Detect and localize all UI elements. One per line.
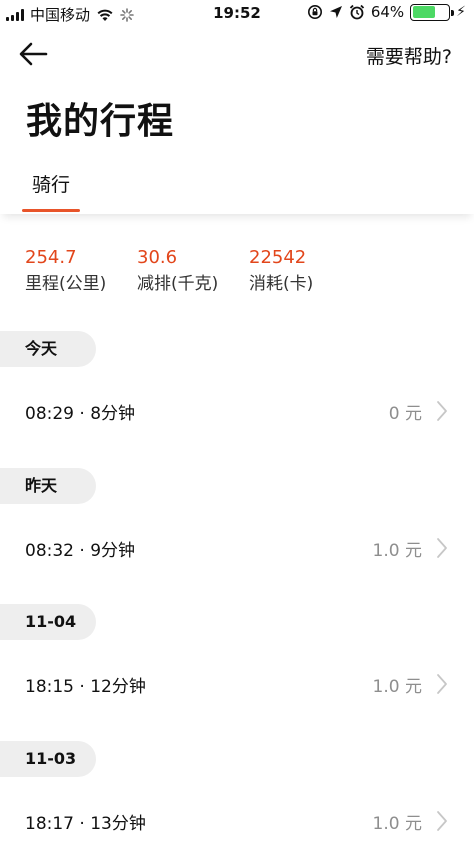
stat-label: 减排(千克) bbox=[137, 274, 219, 294]
stat-label: 消耗(卡) bbox=[249, 274, 314, 294]
back-button[interactable] bbox=[18, 40, 50, 68]
trip-row[interactable]: 18:15 · 12分钟 1.0 元 bbox=[0, 660, 474, 706]
day-header: 今天 bbox=[0, 331, 96, 367]
stat-emission: 30.6 减排(千克) bbox=[137, 246, 249, 298]
day-header: 11-03 bbox=[0, 740, 96, 777]
trip-row[interactable]: 08:29 · 8分钟 0 元 bbox=[0, 387, 474, 433]
orientation-lock-icon bbox=[307, 5, 322, 19]
stats-summary: 254.7 里程(公里) 30.6 减排(千克) 22542 消耗(卡) bbox=[25, 246, 361, 298]
charging-bolt-icon: ⚡ bbox=[456, 4, 466, 20]
stat-calories: 22542 消耗(卡) bbox=[249, 246, 361, 298]
arrow-left-icon bbox=[19, 42, 48, 66]
trip-row[interactable]: 18:17 · 13分钟 1.0 元 bbox=[0, 797, 474, 842]
stat-value: 254.7 bbox=[25, 247, 77, 268]
chevron-right-icon bbox=[437, 674, 447, 694]
location-arrow-icon bbox=[329, 6, 342, 18]
trip-price: 0 元 bbox=[388, 404, 422, 424]
status-bar: 中国移动 19:52 64% ⚡ bbox=[0, 0, 474, 26]
nav-bar: 需要帮助? bbox=[0, 34, 474, 76]
day-header: 昨天 bbox=[0, 467, 96, 504]
trip-list: 今天 08:29 · 8分钟 0 元 昨天 08:32 · 9分钟 1.0 元 … bbox=[0, 331, 474, 842]
alarm-icon bbox=[349, 4, 364, 20]
trip-time: 08:32 · 9分钟 bbox=[25, 540, 136, 561]
day-header: 11-04 bbox=[0, 604, 96, 640]
trip-price: 1.0 元 bbox=[372, 813, 422, 834]
stat-value: 22542 bbox=[249, 247, 307, 268]
chevron-right-icon bbox=[437, 810, 447, 831]
battery-percent: 64% bbox=[370, 3, 405, 21]
help-link[interactable]: 需要帮助? bbox=[366, 42, 452, 69]
tab-bar: 骑行 bbox=[0, 150, 474, 214]
tab-active-indicator bbox=[22, 209, 80, 212]
tab-riding[interactable]: 骑行 bbox=[22, 170, 80, 214]
page-title: 我的行程 bbox=[26, 101, 175, 142]
stat-value: 30.6 bbox=[137, 247, 178, 268]
trip-time: 18:17 · 13分钟 bbox=[25, 813, 146, 834]
stat-label: 里程(公里) bbox=[25, 274, 107, 294]
stat-distance: 254.7 里程(公里) bbox=[25, 246, 137, 298]
status-right: 64% ⚡ bbox=[307, 3, 466, 21]
screen: 中国移动 19:52 64% ⚡ 需要帮助? 我的行程 骑行 254.7 里程(… bbox=[0, 0, 474, 842]
tab-label: 骑行 bbox=[31, 174, 70, 196]
chevron-right-icon bbox=[437, 401, 447, 421]
day-group: 今天 08:29 · 8分钟 0 元 bbox=[0, 331, 474, 468]
trip-price: 1.0 元 bbox=[372, 540, 422, 561]
trip-time: 08:29 · 8分钟 bbox=[25, 404, 136, 424]
trip-time: 18:15 · 12分钟 bbox=[25, 677, 146, 697]
day-group: 昨天 08:32 · 9分钟 1.0 元 bbox=[0, 467, 474, 605]
chevron-right-icon bbox=[437, 537, 447, 558]
day-group: 11-04 18:15 · 12分钟 1.0 元 bbox=[0, 604, 474, 741]
battery-icon bbox=[410, 3, 455, 21]
trip-row[interactable]: 08:32 · 9分钟 1.0 元 bbox=[0, 524, 474, 570]
day-group: 11-03 18:17 · 13分钟 1.0 元 bbox=[0, 740, 474, 842]
trip-price: 1.0 元 bbox=[372, 677, 422, 697]
